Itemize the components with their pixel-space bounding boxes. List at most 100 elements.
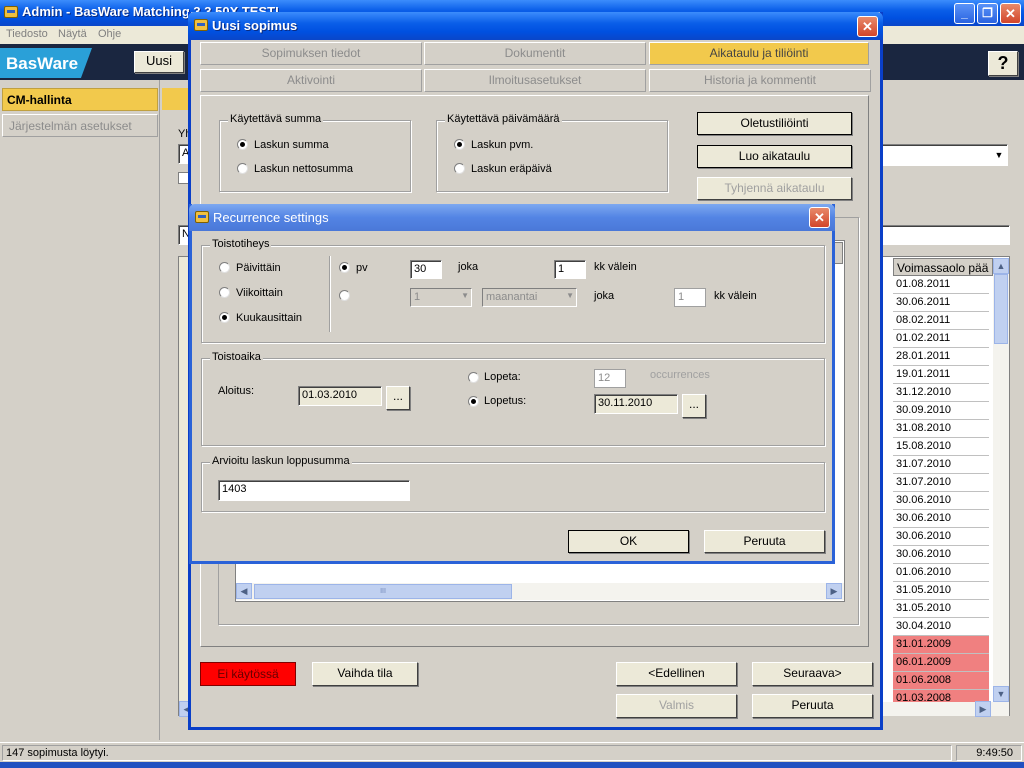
- grid-date-cell[interactable]: 30.04.2010: [893, 618, 989, 636]
- tab-activation[interactable]: Aktivointi: [200, 69, 422, 92]
- sidebar-item-cm-label: CM-hallinta: [7, 93, 72, 107]
- date-radio-due-date[interactable]: [454, 163, 465, 174]
- estimate-group: Arvioitu laskun loppusumma 1403: [201, 455, 825, 512]
- grid-date-cell[interactable]: 31.05.2010: [893, 600, 989, 618]
- weekday-name-select[interactable]: maanantai ▼: [482, 288, 577, 307]
- grid-date-cell[interactable]: 31.07.2010: [893, 474, 989, 492]
- start-date-input[interactable]: 01.03.2010: [298, 386, 382, 406]
- monthly-day-input[interactable]: 30: [410, 260, 442, 279]
- sidebar: CM-hallinta Järjestelmän asetukset: [0, 80, 160, 740]
- help-button[interactable]: ?: [988, 51, 1018, 76]
- recurrence-ok-button[interactable]: OK: [568, 530, 689, 553]
- grid-header-cell[interactable]: Voimassaolo pää: [893, 258, 993, 276]
- monthly-radio-day[interactable]: [339, 262, 350, 273]
- end-by-browse-button[interactable]: ...: [682, 394, 706, 418]
- tab-schedule-accounting[interactable]: Aikataulu ja tiliöinti: [649, 42, 869, 65]
- schedule-grid-hscroll[interactable]: ◀ III ▶: [236, 583, 844, 600]
- change-state-button[interactable]: Vaihda tila: [312, 662, 418, 686]
- next-button[interactable]: Seuraava>: [752, 662, 873, 686]
- freq-radio-daily[interactable]: [219, 262, 230, 273]
- create-schedule-button[interactable]: Luo aikataulu: [697, 145, 852, 168]
- grid-date-cell[interactable]: 06.01.2009: [893, 654, 989, 672]
- bg-combo-arrow-icon[interactable]: ▼: [992, 147, 1006, 163]
- restore-icon[interactable]: ❐: [977, 3, 998, 24]
- sum-radio-net[interactable]: [237, 163, 248, 174]
- end-after-label: Lopeta:: [484, 371, 521, 383]
- grid-date-cell[interactable]: 01.06.2008: [893, 672, 989, 690]
- recurrence-dialog-close-icon[interactable]: ✕: [809, 207, 830, 228]
- grid-date-cell[interactable]: 08.02.2011: [893, 312, 989, 330]
- freq-radio-weekly[interactable]: [219, 287, 230, 298]
- grid-date-cell[interactable]: 30.06.2010: [893, 528, 989, 546]
- grid-date-cell[interactable]: 31.08.2010: [893, 420, 989, 438]
- weekday-interval-input[interactable]: 1: [674, 288, 706, 307]
- contract-cancel-button[interactable]: Peruuta: [752, 694, 873, 718]
- menu-help[interactable]: Ohje: [98, 28, 121, 40]
- grid-date-cell[interactable]: 30.06.2010: [893, 510, 989, 528]
- tab-notifications[interactable]: Ilmoitusasetukset: [424, 69, 646, 92]
- grid-date-cell[interactable]: 15.08.2010: [893, 438, 989, 456]
- previous-button[interactable]: <Edellinen: [616, 662, 737, 686]
- menu-view[interactable]: Näytä: [58, 28, 87, 40]
- contract-dialog-title-bar: Uusi sopimus ✕: [188, 12, 883, 40]
- clear-schedule-button[interactable]: Tyhjennä aikataulu: [697, 177, 852, 200]
- weekday-number-select[interactable]: 1 ▼: [410, 288, 472, 307]
- grid-date-cell[interactable]: 01.02.2011: [893, 330, 989, 348]
- done-button[interactable]: Valmis: [616, 694, 737, 718]
- monthly-radio-weekday[interactable]: [339, 290, 350, 301]
- schedule-hscroll-right-icon[interactable]: ▶: [826, 583, 842, 599]
- estimate-input[interactable]: 1403: [218, 480, 410, 501]
- range-group: Toistoaika Aloitus: 01.03.2010 ... Lopet…: [201, 351, 825, 446]
- grid-date-cell[interactable]: 19.01.2011: [893, 366, 989, 384]
- bg-combo[interactable]: [880, 144, 1008, 166]
- monthly-interval-input[interactable]: 1: [554, 260, 586, 279]
- main-tab-strip: [162, 88, 190, 110]
- grid-date-cell[interactable]: 30.09.2010: [893, 402, 989, 420]
- end-after-radio[interactable]: [468, 372, 479, 383]
- grid-vscroll[interactable]: ▲ ▼: [993, 258, 1009, 702]
- grid-date-cell[interactable]: 31.01.2009: [893, 636, 989, 654]
- sidebar-item-settings[interactable]: Järjestelmän asetukset: [2, 114, 158, 137]
- tab-history-comments[interactable]: Historia ja kommentit: [649, 69, 871, 92]
- schedule-hscroll-thumb[interactable]: III: [254, 584, 512, 599]
- grid-date-cell[interactable]: 31.05.2010: [893, 582, 989, 600]
- recurrence-cancel-button[interactable]: Peruuta: [704, 530, 825, 553]
- minimize-icon[interactable]: _: [954, 3, 975, 24]
- weekday-name-value: maanantai: [486, 291, 538, 303]
- taskbar-strip: [0, 762, 1024, 768]
- date-radio-invoice-date[interactable]: [454, 139, 465, 150]
- schedule-hscroll-left-icon[interactable]: ◀: [236, 583, 252, 599]
- contract-dialog-close-icon[interactable]: ✕: [857, 16, 878, 37]
- grid-date-cell[interactable]: 30.06.2011: [893, 294, 989, 312]
- end-by-radio[interactable]: [468, 396, 479, 407]
- grid-date-cell[interactable]: 28.01.2011: [893, 348, 989, 366]
- grid-date-cell[interactable]: 30.06.2010: [893, 492, 989, 510]
- sidebar-item-settings-label: Järjestelmän asetukset: [9, 119, 132, 133]
- end-after-input[interactable]: 12: [594, 369, 626, 388]
- close-main-icon[interactable]: ✕: [1000, 3, 1021, 24]
- grid-scroll-up-icon[interactable]: ▲: [993, 258, 1009, 274]
- grid-hscroll-right-icon[interactable]: ▶: [975, 701, 991, 717]
- grid-date-cell[interactable]: 30.06.2010: [893, 546, 989, 564]
- tab-contract-info[interactable]: Sopimuksen tiedot: [200, 42, 422, 65]
- bg-filter-input-right[interactable]: [880, 225, 1010, 245]
- grid-date-cell[interactable]: 31.07.2010: [893, 456, 989, 474]
- recurrence-dialog: Recurrence settings ✕ Toistotiheys Päivi…: [189, 204, 835, 564]
- grid-date-cell[interactable]: 01.08.2011: [893, 276, 989, 294]
- sidebar-item-cm[interactable]: CM-hallinta: [2, 88, 158, 111]
- status-badge-label: Ei käytössä: [217, 667, 279, 681]
- end-by-input[interactable]: 30.11.2010: [594, 394, 678, 414]
- start-date-browse-button[interactable]: ...: [386, 386, 410, 410]
- menu-file[interactable]: Tiedosto: [6, 28, 48, 40]
- toolbar-new-button[interactable]: Uusi: [134, 51, 184, 73]
- default-account-button[interactable]: Oletustiliöinti: [697, 112, 852, 135]
- tab-documents[interactable]: Dokumentit: [424, 42, 646, 65]
- sum-radio-invoice[interactable]: [237, 139, 248, 150]
- monthly-day-unit: pv: [356, 262, 368, 274]
- grid-scroll-thumb[interactable]: [994, 274, 1008, 344]
- freq-radio-monthly[interactable]: [219, 312, 230, 323]
- grid-date-cell[interactable]: 31.12.2010: [893, 384, 989, 402]
- weekday-name-arrow-icon: ▼: [566, 291, 574, 300]
- grid-scroll-down-icon[interactable]: ▼: [993, 686, 1009, 702]
- grid-date-cell[interactable]: 01.06.2010: [893, 564, 989, 582]
